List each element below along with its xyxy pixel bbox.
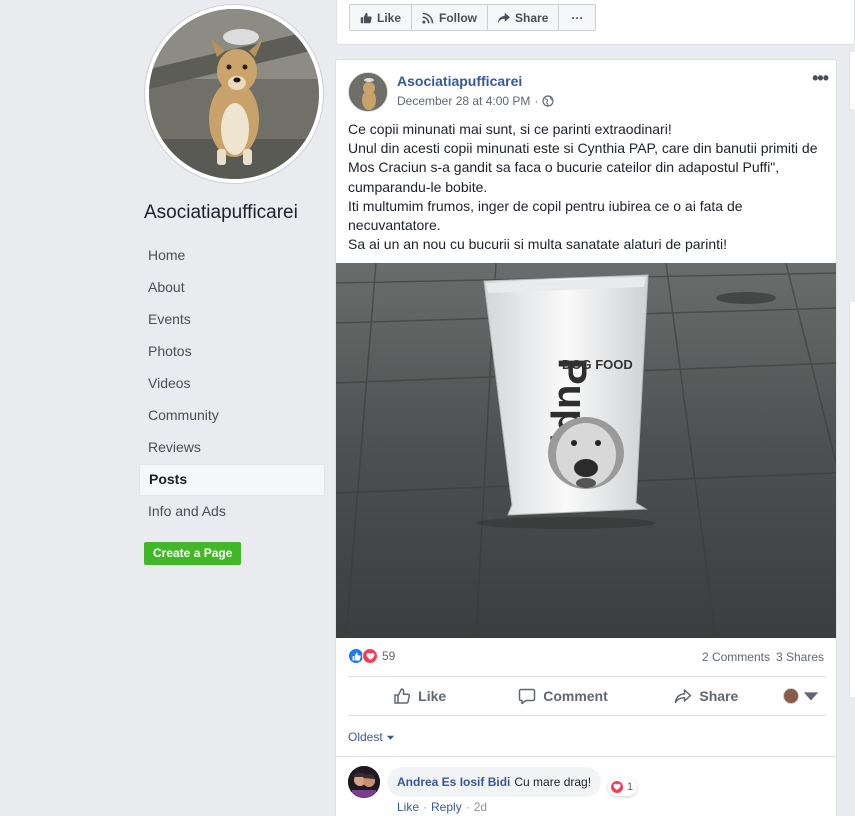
rss-icon xyxy=(422,12,434,24)
dog-avatar-icon xyxy=(349,73,387,111)
post-card: Asociatiapufficarei December 28 at 4:00 … xyxy=(335,59,837,816)
post-comment-button[interactable]: Comment xyxy=(491,677,634,715)
bag-label-text: DOG FOOD xyxy=(562,357,633,372)
reactions-count: 59 xyxy=(382,649,396,663)
nav-item-photos[interactable]: Photos xyxy=(139,336,325,368)
post-text-line: Sa ai un an nou cu bucurii si multa sana… xyxy=(348,236,728,253)
comment-author[interactable]: Andrea Es Iosif Bidi xyxy=(397,775,510,789)
post-like-button[interactable]: Like xyxy=(348,677,491,715)
comment-time[interactable]: 2d xyxy=(474,800,487,814)
post-message: Ce copii minunati mai sunt, si ce parint… xyxy=(348,120,830,254)
page-nav: Home About Events Photos Videos Communit… xyxy=(139,240,325,528)
page-action-bar: Like Follow Share ··· xyxy=(336,0,855,45)
page-follow-button[interactable]: Follow xyxy=(412,5,489,30)
comment-bubble: Andrea Es Iosif Bidi Cu mare drag! xyxy=(387,767,602,797)
comment-actions: Like · Reply · 2d xyxy=(397,800,488,814)
comment-sort-dropdown[interactable]: Oldest xyxy=(348,730,395,744)
comment-text: Cu mare drag! xyxy=(514,775,592,789)
comment-reply-link[interactable]: Reply xyxy=(431,800,462,814)
post-share-label: Share xyxy=(699,688,739,704)
post-photo[interactable]: Puppy DOG FOOD xyxy=(336,263,836,638)
comment-reaction-count: 1 xyxy=(627,781,634,793)
nav-item-reviews[interactable]: Reviews xyxy=(139,432,325,464)
post-action-row: Like Comment Share xyxy=(348,676,826,716)
post-like-label: Like xyxy=(418,688,447,704)
post-author-avatar[interactable] xyxy=(348,72,388,112)
divider xyxy=(336,756,836,757)
post-text-line: Ce copii minunati mai sunt, si ce parint… xyxy=(348,121,672,137)
nav-item-info-and-ads[interactable]: Info and Ads xyxy=(139,496,325,528)
post-text-line: Unul din acesti copii minunati este si C… xyxy=(348,140,818,195)
thumbs-up-icon xyxy=(360,12,372,23)
caret-down-icon xyxy=(804,692,819,701)
love-reaction-icon xyxy=(610,780,624,794)
nav-item-about[interactable]: About xyxy=(139,272,325,304)
page-profile-picture[interactable] xyxy=(145,5,323,183)
shares-count-link[interactable]: 3 Shares xyxy=(776,650,824,664)
love-reaction-icon xyxy=(362,648,378,664)
nav-item-home[interactable]: Home xyxy=(139,240,325,272)
post-comment-label: Comment xyxy=(543,688,608,704)
post-options-icon[interactable]: ••• xyxy=(812,68,829,89)
commenter-avatar[interactable] xyxy=(348,766,380,798)
dog-photo xyxy=(149,9,319,179)
dog-food-bag-photo: Puppy DOG FOOD xyxy=(336,263,836,638)
page-name[interactable]: Asociatiapufficarei xyxy=(144,202,298,224)
share-arrow-icon xyxy=(498,12,511,23)
nav-item-events[interactable]: Events xyxy=(139,304,325,336)
right-column-card xyxy=(849,52,855,109)
nav-item-videos[interactable]: Videos xyxy=(139,368,325,400)
post-share-button[interactable]: Share xyxy=(635,677,778,715)
avatar-image xyxy=(348,766,380,798)
post-engagement-counts: 2 Comments 3 Shares xyxy=(702,650,824,664)
nav-item-community[interactable]: Community xyxy=(139,400,325,432)
actor-avatar-icon xyxy=(783,688,800,704)
create-page-button[interactable]: Create a Page xyxy=(144,542,242,565)
comment-like-link[interactable]: Like xyxy=(397,800,419,814)
post-reactions[interactable]: 59 xyxy=(348,648,395,664)
page-share-label: Share xyxy=(515,10,549,25)
comment-bubble-icon xyxy=(518,688,536,705)
nav-item-posts[interactable]: Posts xyxy=(139,464,325,496)
page-more-button[interactable]: ··· xyxy=(559,5,595,30)
comment-sort-label: Oldest xyxy=(348,730,383,744)
thumbs-up-outline-icon xyxy=(394,688,411,704)
caret-down-icon xyxy=(386,735,394,740)
globe-icon xyxy=(542,95,555,107)
page-action-buttons: Like Follow Share ··· xyxy=(349,4,597,31)
page-share-button[interactable]: Share xyxy=(488,5,560,30)
post-as-selector[interactable] xyxy=(778,677,826,715)
post-text-line: Iti multumim frumos, inger de copil pent… xyxy=(348,197,743,234)
page-like-button[interactable]: Like xyxy=(350,5,413,30)
comments-count-link[interactable]: 2 Comments xyxy=(702,650,770,664)
post-timestamp[interactable]: December 28 at 4:00 PM xyxy=(397,94,530,108)
comment-reactions[interactable]: 1 xyxy=(608,778,638,796)
page-follow-label: Follow xyxy=(439,10,478,25)
post-meta: December 28 at 4:00 PM · xyxy=(397,94,555,108)
page-like-label: Like xyxy=(377,10,402,25)
post-author-name[interactable]: Asociatiapufficarei xyxy=(397,73,522,89)
right-column-card xyxy=(849,302,855,697)
share-arrow-outline-icon xyxy=(675,689,692,704)
